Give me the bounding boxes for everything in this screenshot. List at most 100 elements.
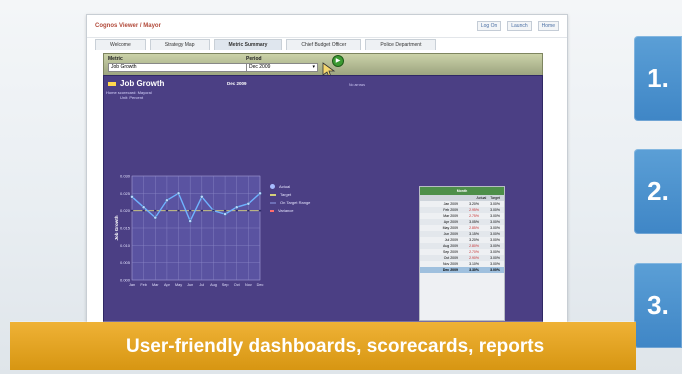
target-marker xyxy=(142,209,145,212)
row-target: 3.00% xyxy=(490,262,500,266)
step-3: 3. xyxy=(634,263,682,348)
row-label: Jan 2009 xyxy=(443,202,458,206)
row-label: Oct 2009 xyxy=(443,256,458,260)
table-header: Month xyxy=(420,187,504,195)
row-actual: 3.20% xyxy=(469,238,479,242)
y-tick-label: 0.005 xyxy=(120,260,131,265)
row-target: 3.00% xyxy=(490,214,500,218)
row-target: 3.00% xyxy=(490,202,500,206)
x-tick-label: Jan xyxy=(129,283,135,287)
browser-window: Cognos Viewer / Mayor Log On Launch Home… xyxy=(86,14,568,346)
y-tick-label: 0.015 xyxy=(120,226,131,231)
chart-legend: Actual Target On Target Range Variance xyxy=(270,184,310,216)
period-filter: Period Dec 2009 ▾ xyxy=(246,56,318,74)
tab-metric-summary[interactable]: Metric Summary xyxy=(213,39,283,50)
period-select[interactable]: Dec 2009 ▾ xyxy=(246,63,318,72)
metric-title-text: Job Growth xyxy=(120,79,165,88)
row-target: 3.00% xyxy=(490,244,500,248)
top-link-home[interactable]: Home xyxy=(537,21,559,31)
row-actual: 2.70% xyxy=(469,250,479,254)
actual-point xyxy=(258,191,262,196)
step-3-label: 3. xyxy=(647,290,669,320)
actual-point xyxy=(235,205,239,209)
step-1: 1. xyxy=(634,36,682,121)
x-tick-label: Mar xyxy=(152,283,159,287)
row-target: 3.00% xyxy=(490,226,500,230)
row-target: 3.00% xyxy=(490,238,500,242)
top-link-launch[interactable]: Launch xyxy=(507,21,532,31)
table-body: Jan 2009 3.20% 3.00% Feb 2009 2.95% 3.00% Mar … xyxy=(420,201,504,273)
chevron-down-icon: ▾ xyxy=(312,64,315,70)
legend-target-swatch xyxy=(270,193,276,196)
row-actual: 3.15% xyxy=(469,232,479,236)
legend-actual: Actual xyxy=(270,184,310,189)
metric-title-icon xyxy=(108,81,116,86)
target-marker xyxy=(200,209,204,212)
x-tick-label: Sep xyxy=(222,283,229,287)
row-actual: 3.30% xyxy=(469,268,479,272)
actual-point xyxy=(188,219,192,223)
tab-police-department[interactable]: Police Department xyxy=(365,39,437,50)
y-tick-label: 0.010 xyxy=(120,243,131,248)
row-target: 3.00% xyxy=(490,208,500,212)
row-label: Nov 2009 xyxy=(443,262,458,266)
row-label: Aug 2009 xyxy=(443,244,458,248)
row-target: 3.00% xyxy=(490,256,500,260)
x-tick-label: Apr xyxy=(164,283,171,287)
target-marker xyxy=(188,209,192,212)
row-actual: 2.95% xyxy=(469,208,479,212)
tab-strategy-map[interactable]: Strategy Map xyxy=(149,39,210,50)
row-label: Mar 2009 xyxy=(443,214,458,218)
tab-welcome[interactable]: Welcome xyxy=(95,39,146,50)
actual-point xyxy=(130,195,134,199)
row-label: Feb 2009 xyxy=(443,208,458,212)
metric-value: Job Growth xyxy=(111,64,137,70)
top-links: Log On Launch Home xyxy=(476,21,559,31)
actual-point xyxy=(176,191,181,196)
target-marker xyxy=(154,209,157,212)
row-label: May 2009 xyxy=(442,226,458,230)
row-actual: 2.90% xyxy=(469,256,479,260)
row-target: 3.00% xyxy=(490,268,500,272)
job-growth-chart: 0.000 0.005 0.010 0.015 0.020 0.025 0.030 Jan Fe… xyxy=(114,174,264,288)
row-actual: 3.20% xyxy=(469,202,479,206)
table-col-target: Target xyxy=(490,196,500,200)
target-marker xyxy=(258,209,262,212)
table-col-actual: Actual xyxy=(476,196,487,200)
x-tick-label: May xyxy=(175,283,182,287)
legend-variance-label: Variance xyxy=(278,208,294,213)
legend-variance: Variance xyxy=(270,208,310,213)
row-label: Apr 2009 xyxy=(443,220,458,224)
x-tick-label: Jun xyxy=(187,283,193,287)
y-tick-label: 0.030 xyxy=(120,174,131,179)
y-axis-label: Job Growth xyxy=(114,215,119,240)
x-tick-label: Jul xyxy=(199,283,204,287)
promo-banner: User-friendly dashboards, scorecards, re… xyxy=(10,322,636,370)
actual-point xyxy=(165,198,169,202)
panel-period: Dec 2009 xyxy=(227,81,247,86)
row-actual: 2.75% xyxy=(469,214,479,218)
x-tick-label: Aug xyxy=(210,283,217,287)
legend-range-swatch xyxy=(270,201,276,204)
y-tick-label: 0.020 xyxy=(120,208,131,213)
filter-bar: Metric Job Growth Period Dec 2009 ▾ ▶ xyxy=(103,53,543,78)
x-tick-label: Dec xyxy=(257,283,264,287)
banner-text: User-friendly dashboards, scorecards, re… xyxy=(126,336,545,357)
metric-filter: Metric Job Growth xyxy=(108,56,248,74)
actual-point xyxy=(153,215,157,220)
target-marker xyxy=(165,209,169,212)
target-marker xyxy=(247,209,250,212)
x-tick-label: Oct xyxy=(234,283,241,287)
step-2-label: 2. xyxy=(647,176,669,206)
metric-select[interactable]: Job Growth xyxy=(108,63,248,72)
metric-label: Metric xyxy=(108,56,123,62)
actual-point xyxy=(246,202,251,206)
target-marker xyxy=(177,209,180,212)
legend-variance-swatch xyxy=(270,209,274,212)
x-tick-label: Nov xyxy=(245,283,252,287)
tab-chief-budget-officer[interactable]: Chief Budget Officer xyxy=(286,39,362,50)
row-actual: 3.05% xyxy=(469,220,479,224)
metric-title: Job Growth xyxy=(108,79,164,88)
top-link-logon[interactable]: Log On xyxy=(476,21,502,31)
tab-bar: Welcome Strategy Map Metric Summary Chie… xyxy=(87,38,567,50)
